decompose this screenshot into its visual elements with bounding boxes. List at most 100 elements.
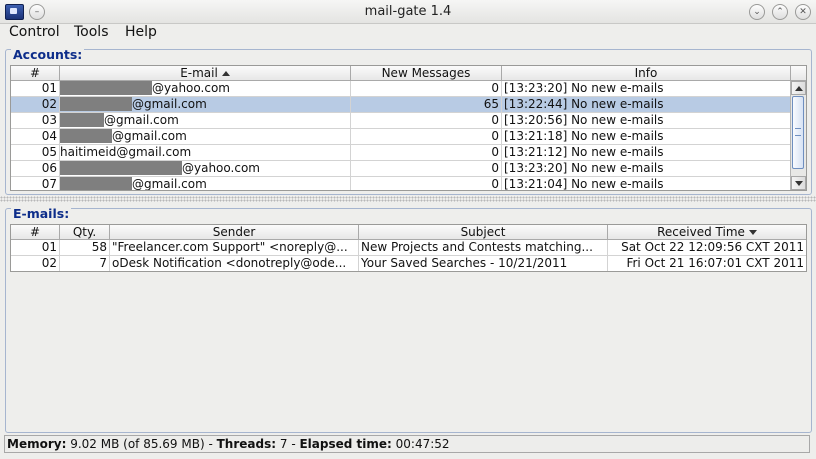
account-row[interactable]: 04 @gmail.com 0 [13:21:18] No new e-mails [11,129,806,145]
account-new-messages: 0 [351,81,502,97]
col-email-label: E-mail [180,66,218,80]
elapsed-value: 00:47:52 [395,437,450,451]
account-email: @gmail.com [60,177,351,191]
account-info: [13:21:12] No new e-mails [504,145,664,159]
account-info: [13:21:04] No new e-mails [504,177,664,191]
account-row[interactable]: 02 @gmail.com 65 [13:22:44] No new e-mails [11,97,806,113]
menu-control[interactable]: Control [9,24,60,40]
account-email: @gmail.com [60,129,351,145]
email-row[interactable]: 02 7 oDesk Notification <donotreply@ode...… [11,256,806,271]
account-number: 03 [11,113,60,129]
redacted-block [60,129,112,143]
account-number: 02 [11,97,60,113]
accounts-table: # E-mail New Messages Info 01 @yahoo.com 0… [10,65,807,191]
email-qty: 58 [60,240,110,256]
account-row[interactable]: 03 @gmail.com 0 [13:20:56] No new e-mails [11,113,806,129]
col-received-time[interactable]: Received Time [608,225,806,239]
col-info[interactable]: Info [502,66,791,80]
col-sender[interactable]: Sender [110,225,359,239]
maximize-icon[interactable]: ⌃ [772,4,788,20]
accounts-scrollbar[interactable] [790,81,806,190]
email-number: 01 [11,240,60,256]
account-email: @yahoo.com [60,81,351,97]
account-email-text: @gmail.com [112,129,187,143]
account-new-messages: 0 [351,161,502,177]
col-received-time-label: Received Time [657,225,745,239]
account-number: 01 [11,81,60,97]
account-number: 04 [11,129,60,145]
account-email: haitimeid@gmail.com [60,145,351,161]
account-info: [13:23:20] No new e-mails [504,161,664,175]
account-new-messages: 0 [351,177,502,190]
account-row[interactable]: 05 haitimeid@gmail.com 0 [13:21:12] No new … [11,145,806,161]
menu-help[interactable]: Help [125,24,157,40]
account-new-messages: 65 [351,97,502,113]
accounts-title: Accounts: [11,47,85,62]
col-email[interactable]: E-mail [60,66,351,80]
account-email-text: @yahoo.com [182,161,260,175]
redacted-block [60,81,152,95]
memory-value: 9.02 MB (of 85.69 MB) [70,437,205,451]
account-email-text: @gmail.com [132,97,207,111]
scroll-down-icon[interactable] [791,176,806,190]
account-row[interactable]: 06 @yahoo.com 0 [13:23:20] No new e-mails [11,161,806,177]
scroll-thumb[interactable] [792,96,804,169]
sort-ascending-icon [221,71,230,76]
account-new-messages: 0 [351,145,502,161]
close-icon[interactable]: ✕ [795,4,811,20]
threads-value: 7 [279,437,288,451]
elapsed-label: Elapsed time: [299,437,392,451]
email-received-time: Fri Oct 21 16:07:01 CXT 2011 [626,256,804,270]
memory-label: Memory: [7,437,67,451]
status-bar: Memory: 9.02 MB (of 85.69 MB) - Threads:… [4,435,810,453]
account-email: @gmail.com [60,97,351,113]
account-email-text: haitimeid@gmail.com [60,145,192,159]
account-row[interactable]: 01 @yahoo.com 0 [13:23:20] No new e-mails [11,81,806,97]
col-new-messages[interactable]: New Messages [351,66,502,80]
account-new-messages: 0 [351,113,502,129]
scroll-up-icon[interactable] [791,81,806,95]
email-subject: Your Saved Searches - 10/21/2011 [359,256,608,271]
email-sender: oDesk Notification <donotreply@ode... [110,256,359,271]
account-number: 06 [11,161,60,177]
pane-splitter[interactable] [0,196,816,202]
account-email: @yahoo.com [60,161,351,177]
emails-table: # Qty. Sender Subject Received Time 01 58… [10,224,807,272]
account-email-text: @gmail.com [132,177,207,191]
threads-label: Threads: [216,437,277,451]
col-qty[interactable]: Qty. [60,225,110,239]
email-subject: New Projects and Contests matching... [359,240,608,256]
redacted-block [60,177,132,190]
email-sender: "Freelancer.com Support" <noreply@... [110,240,359,256]
accounts-header: # E-mail New Messages Info [11,66,806,81]
account-number: 07 [11,177,60,190]
window-title: mail-gate 1.4 [364,4,452,19]
account-info: [13:20:56] No new e-mails [504,113,664,127]
col-subject[interactable]: Subject [359,225,608,239]
redacted-block [60,161,182,175]
account-number: 05 [11,145,60,161]
minimize-icon[interactable]: ⌄ [749,4,765,20]
redacted-block [60,113,104,127]
emails-group: E-mails: # Qty. Sender Subject Received … [5,206,812,433]
status-separator: - [287,437,300,451]
sort-descending-icon [748,230,757,235]
account-email-text: @gmail.com [104,113,179,127]
redacted-block [60,97,132,111]
accounts-group: Accounts: # E-mail New Messages Info 01 @… [5,47,812,195]
col-number[interactable]: # [11,66,60,80]
title-bar: – mail-gate 1.4 ⌄ ⌃ ✕ [0,0,816,24]
menu-tools[interactable]: Tools [74,24,109,40]
email-number: 02 [11,256,60,271]
account-info: [13:21:18] No new e-mails [504,129,664,143]
account-info: [13:23:20] No new e-mails [504,81,664,95]
account-email-text: @yahoo.com [152,81,230,95]
account-row[interactable]: 07 @gmail.com 0 [13:21:04] No new e-mails [11,177,806,191]
col-email-number[interactable]: # [11,225,60,239]
account-email: @gmail.com [60,113,351,129]
account-new-messages: 0 [351,129,502,145]
emails-header: # Qty. Sender Subject Received Time [11,225,806,240]
email-received-time: Sat Oct 22 12:09:56 CXT 2011 [621,240,804,254]
account-info: [13:22:44] No new e-mails [504,97,664,111]
email-row[interactable]: 01 58 "Freelancer.com Support" <noreply@..… [11,240,806,256]
